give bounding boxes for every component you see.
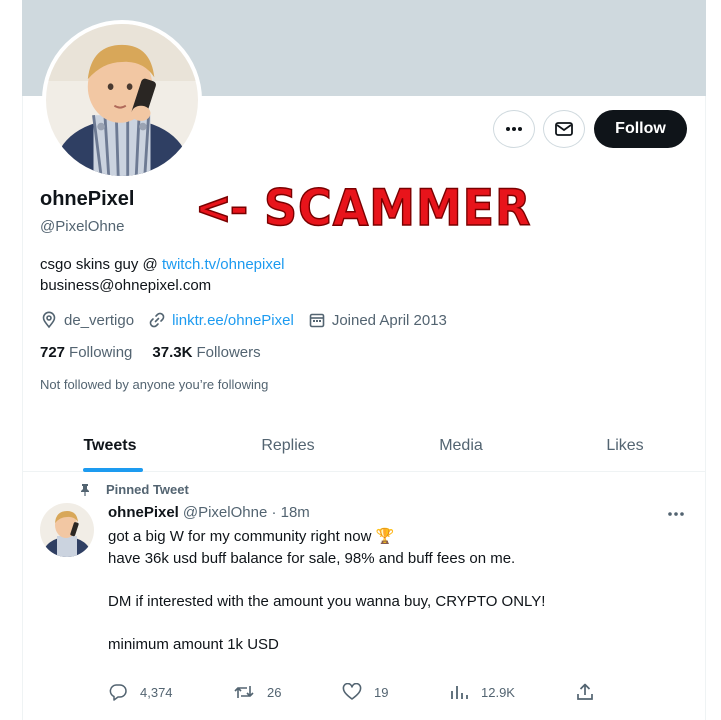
tweet-text-line: DM if interested with the amount you wan…	[108, 593, 546, 610]
more-dots-icon	[668, 512, 684, 516]
tweet-header: ohnePixel @PixelOhne · 18m	[108, 504, 310, 521]
share-button[interactable]	[575, 683, 607, 701]
location: de_vertigo	[40, 311, 134, 329]
followers-label: Followers	[196, 344, 261, 361]
tab-tweets[interactable]: Tweets	[22, 420, 198, 472]
message-button[interactable]	[543, 110, 585, 148]
website-link[interactable]: linktr.ee/ohnePixel	[172, 312, 294, 329]
tweet-text-line: have 36k usd buff balance for sale, 98% …	[108, 550, 516, 567]
more-button[interactable]	[493, 110, 535, 148]
views-count: 12.9K	[481, 684, 515, 700]
tweet-avatar[interactable]	[40, 503, 94, 557]
follow-button[interactable]: Follow	[594, 110, 687, 148]
active-tab-indicator	[83, 468, 143, 472]
views-button[interactable]: 12.9K	[449, 683, 515, 701]
pinned-label: Pinned Tweet	[78, 482, 189, 497]
joined-text: Joined April 2013	[331, 311, 447, 329]
tweet-text-line: got a big W for my community right now 🏆	[108, 528, 395, 545]
pinned-text: Pinned Tweet	[106, 482, 189, 497]
tweet-author-name[interactable]: ohnePixel	[108, 504, 179, 521]
share-icon	[577, 683, 593, 700]
tab-replies[interactable]: Replies	[198, 420, 378, 472]
bio-text: csgo skins guy @	[40, 256, 162, 273]
profile-page: Follow ohnePixel @PixelOhne <- SCAMMER c…	[0, 0, 721, 720]
like-button[interactable]: 19	[342, 683, 388, 701]
more-dots-icon	[506, 127, 522, 131]
location-pin-icon	[42, 311, 56, 329]
reply-icon	[109, 684, 127, 701]
location-text: de_vertigo	[64, 311, 135, 329]
following-count: 727	[40, 344, 66, 361]
link-icon	[149, 312, 165, 328]
retweet-icon	[234, 686, 254, 698]
followers-count: 37.3K	[152, 344, 193, 361]
annotation-text: SCAMMER	[263, 178, 532, 238]
website[interactable]: linktr.ee/ohnePixel	[148, 311, 294, 329]
not-followed-note: Not followed by anyone you’re following	[40, 377, 269, 392]
retweet-button[interactable]: 26	[233, 683, 281, 701]
tweet-text-line: minimum amount 1k USD	[108, 636, 279, 653]
profile-tabs: Tweets Replies Media Likes	[22, 420, 706, 472]
following-link[interactable]: 727 Following	[40, 344, 132, 361]
retweet-count: 26	[267, 684, 282, 700]
tab-media[interactable]: Media	[378, 420, 544, 472]
profile-avatar[interactable]	[42, 20, 202, 180]
annotation-arrow: <-	[194, 182, 249, 235]
heart-icon	[342, 683, 362, 700]
profile-meta: de_vertigo linktr.ee/ohnePixel Joined Ap…	[40, 311, 461, 329]
like-count: 19	[374, 684, 389, 700]
tab-likes[interactable]: Likes	[544, 420, 706, 472]
tweet-author-meta: @PixelOhne · 18m	[182, 504, 310, 521]
avatar-image	[40, 503, 94, 557]
bio-email: business@ohnepixel.com	[40, 277, 212, 294]
calendar-icon	[309, 313, 325, 328]
bio-link[interactable]: twitch.tv/ohnepixel	[162, 256, 285, 273]
reply-count: 4,374	[140, 684, 173, 700]
views-chart-icon	[451, 686, 468, 699]
follow-stats: 727 Following 37.3K Followers	[40, 344, 281, 361]
mail-icon	[555, 122, 573, 136]
pin-icon	[81, 483, 89, 496]
bio-line: csgo skins guy @ twitch.tv/ohnepixel	[40, 256, 285, 273]
scammer-annotation: <- SCAMMER	[194, 178, 555, 238]
avatar-image	[46, 24, 198, 176]
profile-handle: @PixelOhne	[40, 218, 125, 235]
display-name: ohnePixel	[40, 188, 135, 210]
following-label: Following	[69, 344, 133, 361]
reply-button[interactable]: 4,374	[108, 683, 173, 701]
joined-date: Joined April 2013	[308, 311, 447, 329]
followers-link[interactable]: 37.3K Followers	[152, 344, 260, 361]
tweet-more-button[interactable]	[666, 506, 686, 527]
